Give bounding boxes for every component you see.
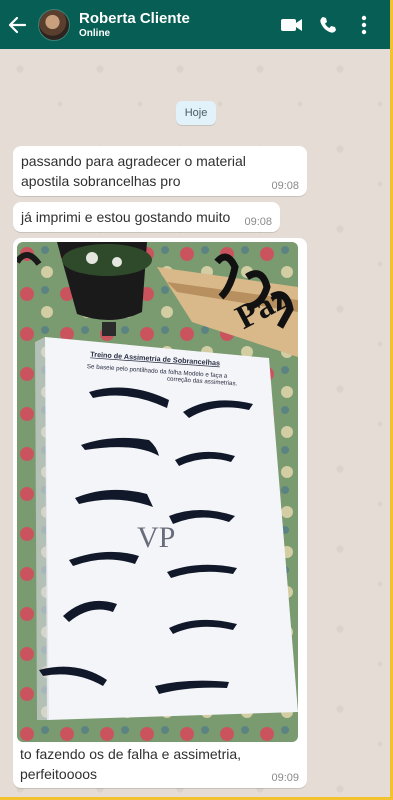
voice-call-button[interactable] <box>310 5 346 45</box>
phone-icon <box>320 16 336 33</box>
video-call-button[interactable] <box>274 5 310 45</box>
message-photo[interactable]: Paz Treino de Assimetria de Sobrancelhas… <box>17 242 298 742</box>
chat-header: Roberta Cliente Online <box>0 0 390 49</box>
chat-area[interactable]: Hoje passando para agradecer o material … <box>0 49 390 797</box>
more-vertical-icon <box>361 15 367 34</box>
back-arrow-icon <box>8 16 27 33</box>
back-button[interactable] <box>2 0 32 49</box>
contact-status: Online <box>79 27 111 39</box>
more-options-button[interactable] <box>346 5 382 45</box>
message-text: to fazendo os de falha e assimetria, per… <box>20 746 242 782</box>
video-call-icon <box>281 18 302 31</box>
image-message-bubble[interactable]: Paz Treino de Assimetria de Sobrancelhas… <box>13 238 307 788</box>
app-frame: Roberta Cliente Online Hoje passando par… <box>0 0 393 800</box>
header-actions <box>274 5 382 45</box>
message-bubble[interactable]: já imprimi e estou gostando muito 09:08 <box>13 202 280 232</box>
message-text: já imprimi e estou gostando muito <box>21 209 231 225</box>
contact-info[interactable]: Roberta Cliente Online <box>79 10 274 40</box>
sheet-logo: VP <box>137 521 175 554</box>
date-chip: Hoje <box>176 101 216 125</box>
message-time: 09:08 <box>244 216 272 228</box>
message-time: 09:08 <box>271 180 299 192</box>
message-bubble[interactable]: passando para agradecer o material apost… <box>13 146 307 196</box>
avatar[interactable] <box>38 8 70 41</box>
message-time: 09:09 <box>271 772 299 784</box>
message-text: passando para agradecer o material apost… <box>21 153 246 189</box>
contact-name: Roberta Cliente <box>79 9 190 27</box>
